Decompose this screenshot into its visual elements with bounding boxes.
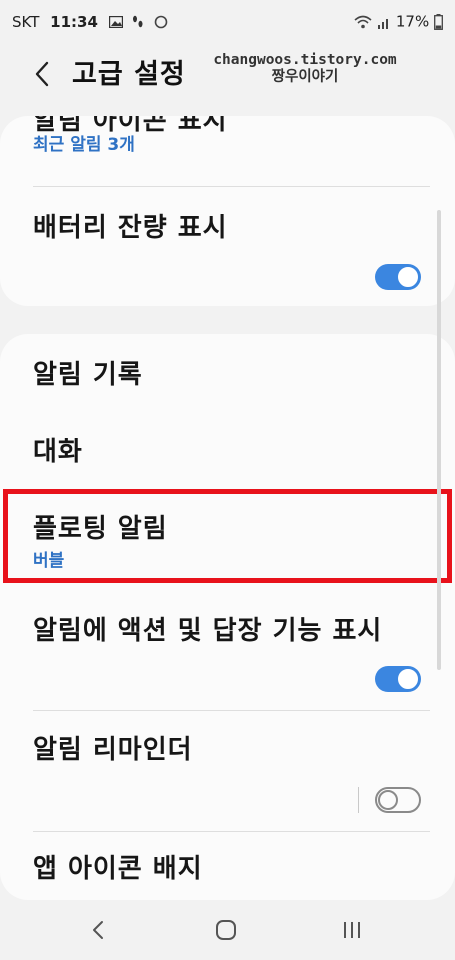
highlight-box [3,489,452,583]
vertical-separator [358,787,359,813]
toggle-knob [396,667,420,691]
nav-home-icon [216,920,236,940]
signal-icon [378,18,389,29]
setting-notification-icons[interactable]: 알림 아이콘 표시 최근 알림 3개 [0,116,455,170]
watermark: changwoos.tistory.com 짱우이야기 [205,52,405,86]
nav-home-button[interactable] [206,914,246,946]
toggle-knob [396,265,420,289]
page-title: 고급 설정 [72,59,186,90]
setting-app-icon-badges[interactable]: 앱 아이콘 배지 [0,832,455,900]
setting-battery-percentage[interactable]: 배터리 잔량 표시 [0,187,455,306]
sync-icon [154,15,168,28]
setting-notification-reminders[interactable]: 알림 리마인더 [0,711,455,831]
settings-card-1: 알림 아이콘 표시 최근 알림 3개 배터리 잔량 표시 [0,116,455,306]
setting-notification-history[interactable]: 알림 기록 [0,334,455,409]
setting-label: 배터리 잔량 표시 [33,213,228,243]
setting-conversations[interactable]: 대화 [0,409,455,484]
battery-percent: 17% [395,12,430,31]
carrier-label: SKT [12,12,40,31]
wifi-icon [354,15,372,28]
setting-label: 알림 리마인더 [33,735,193,765]
footsteps-icon [133,15,143,27]
watermark-name: 짱우이야기 [271,69,339,85]
scrollbar[interactable] [437,210,441,670]
action-reply-toggle[interactable] [375,666,421,692]
chevron-left-icon [35,61,49,87]
setting-label: 대화 [33,437,83,467]
nav-back-button[interactable] [78,914,118,946]
navigation-bar [0,900,455,960]
nav-recents-icon [344,922,360,938]
clock: 11:34 [50,12,98,31]
setting-label: 알림 기록 [33,360,143,390]
nav-recents-button[interactable] [332,914,372,946]
watermark-url: changwoos.tistory.com [213,52,397,68]
app-header: 고급 설정 changwoos.tistory.com 짱우이야기 [0,44,455,108]
status-bar: SKT 11:34 17% [0,0,455,44]
setting-value: 최근 알림 3개 [33,135,135,155]
setting-action-reply-buttons[interactable]: 알림에 액션 및 답장 기능 표시 [0,592,455,709]
setting-label: 앱 아이콘 배지 [33,854,203,884]
toggle-knob [378,790,398,810]
back-button[interactable] [24,54,60,94]
battery-icon [434,13,443,30]
setting-label: 알림에 액션 및 답장 기능 표시 [33,616,383,646]
gallery-icon [108,15,123,28]
notification-reminders-toggle[interactable] [375,787,421,813]
battery-percentage-toggle[interactable] [375,264,421,290]
settings-card-2: 알림 기록 대화 플로팅 알림 버블 알림에 액션 및 답장 기능 표시 알림 … [0,334,455,900]
nav-back-icon [93,921,103,939]
